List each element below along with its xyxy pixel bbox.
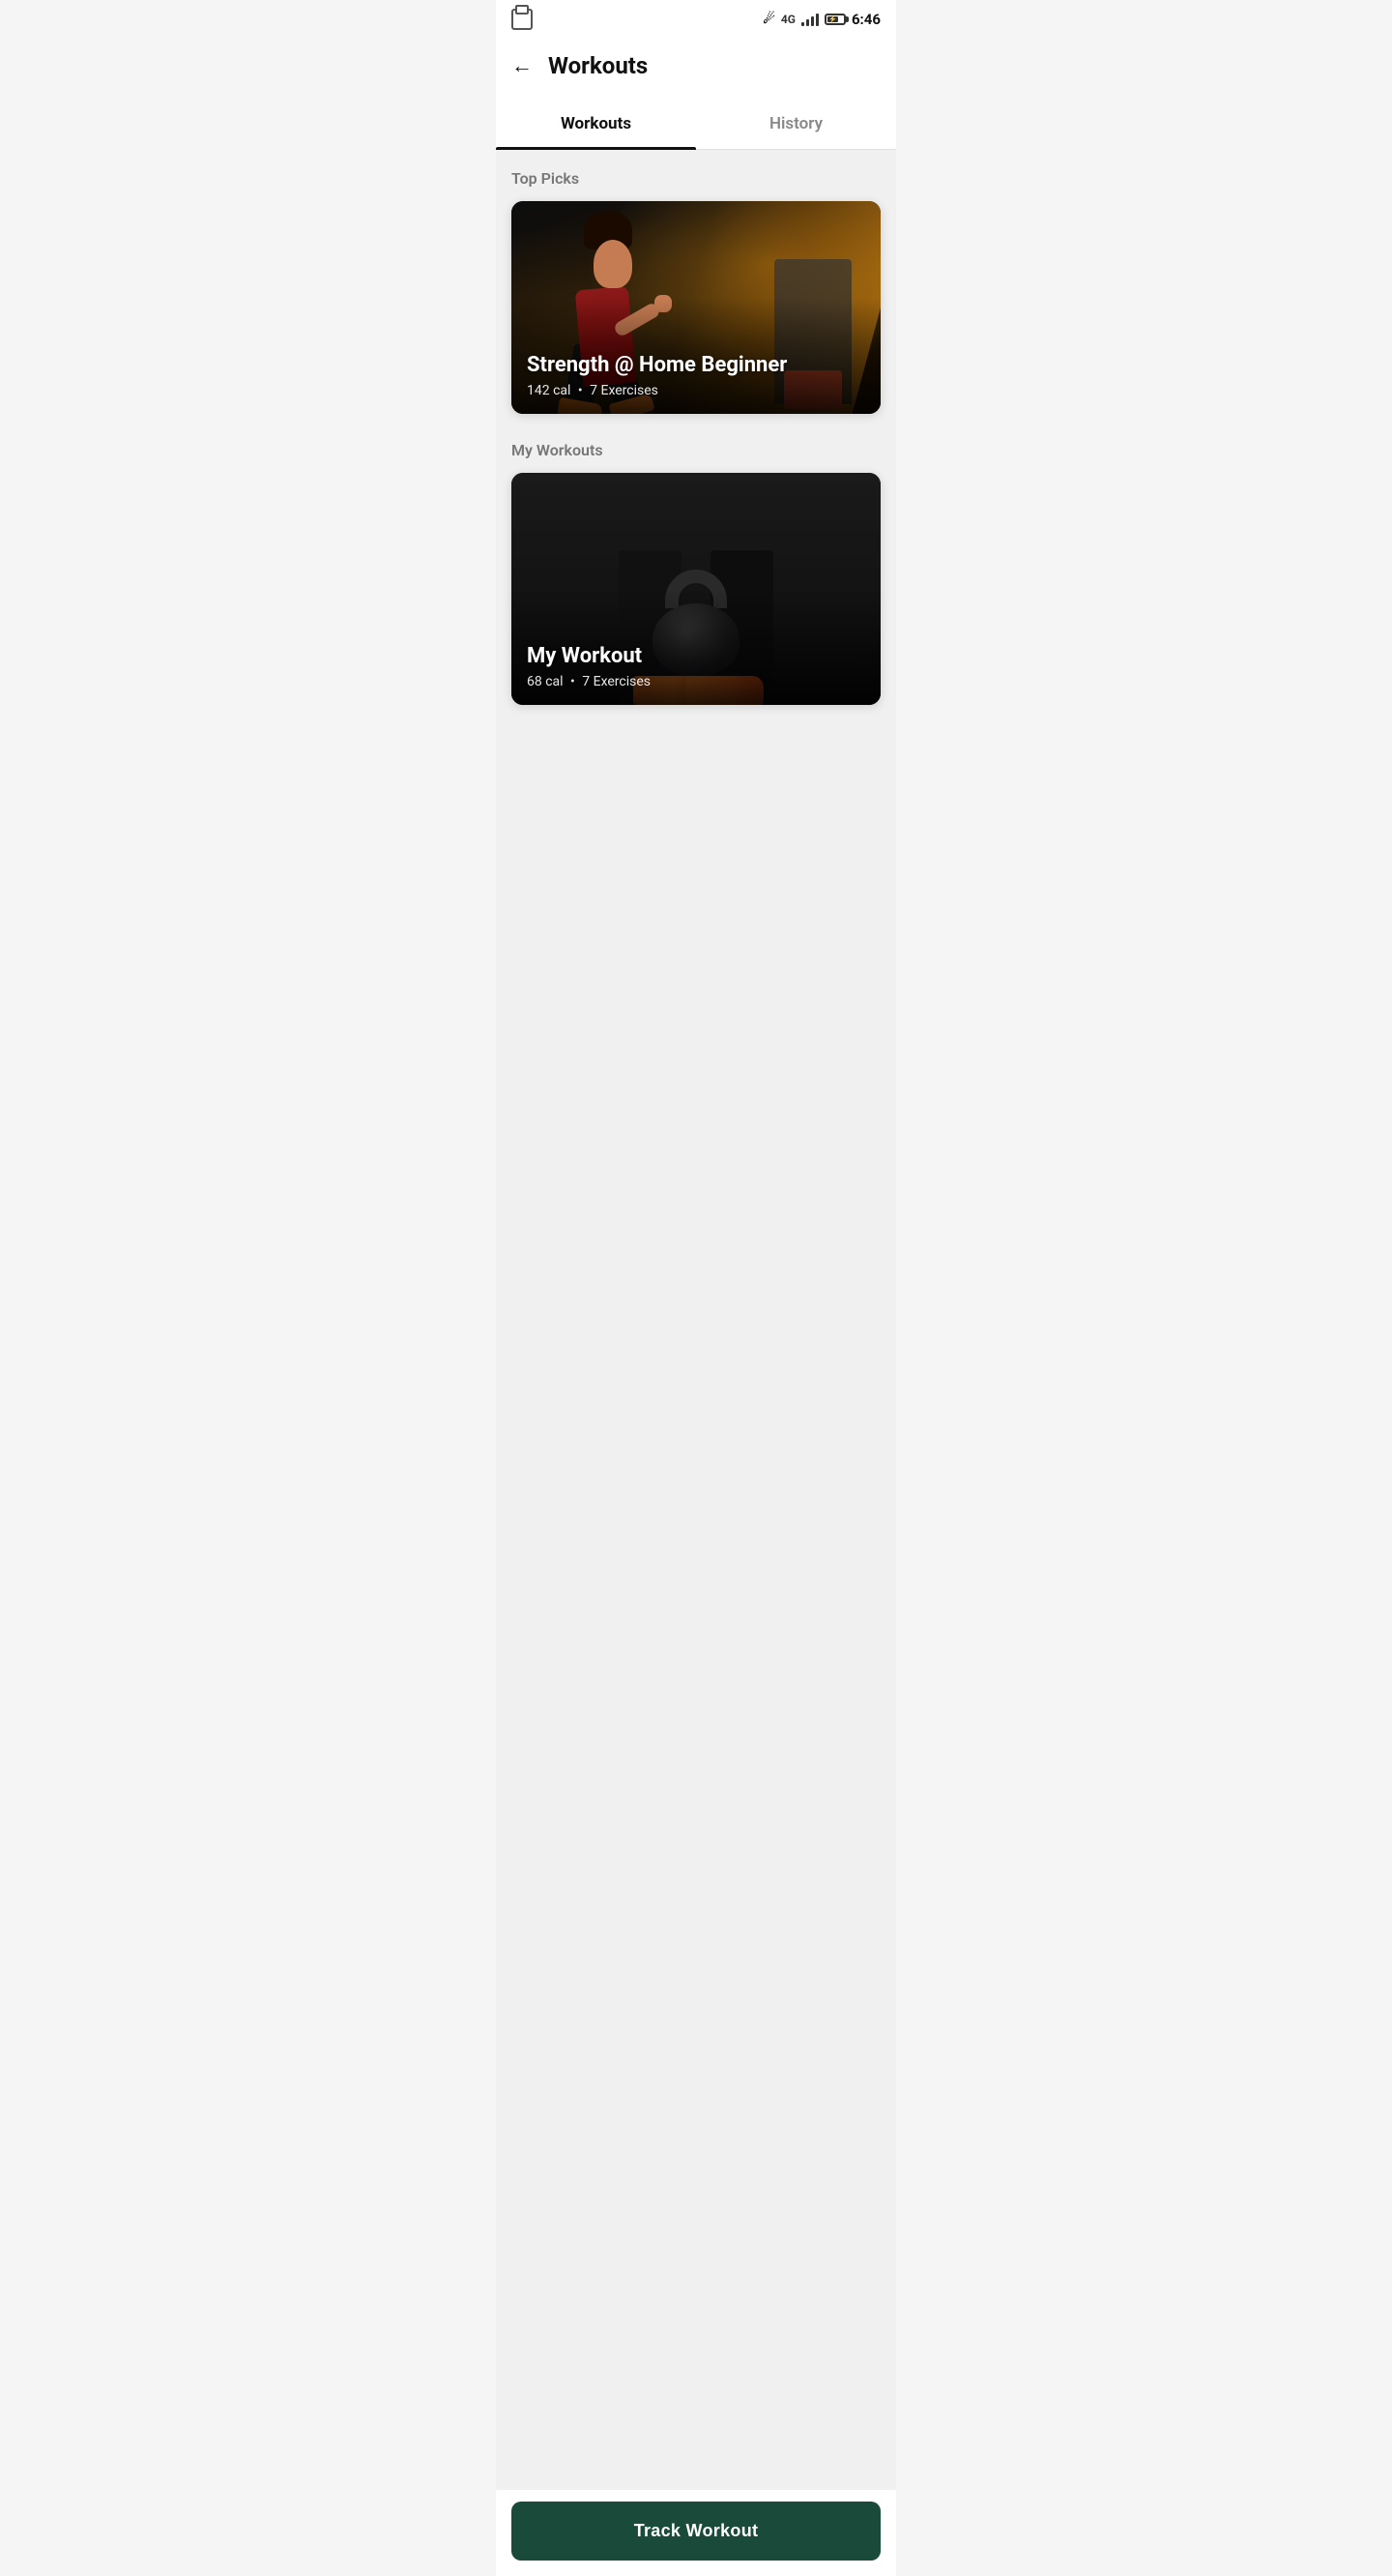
- bluetooth-icon: ☄: [763, 12, 775, 27]
- my-workout-card[interactable]: My Workout 68 cal • 7 Exercises: [511, 473, 881, 705]
- person-head: [594, 240, 632, 288]
- card-exercises: 7 Exercises: [590, 383, 658, 398]
- card-workout-name: Strength @ Home Beginner: [527, 353, 865, 377]
- top-picks-title: Top Picks: [511, 169, 881, 188]
- top-picks-section: Top Picks: [511, 169, 881, 414]
- signal-bars: [801, 13, 819, 26]
- my-workouts-title: My Workouts: [511, 441, 881, 459]
- status-right: ☄ 4G ⚡ 6:46: [763, 11, 881, 28]
- page-title: Workouts: [548, 52, 648, 79]
- track-workout-button[interactable]: Track Workout: [511, 2502, 881, 2561]
- back-arrow-icon[interactable]: ←: [511, 53, 533, 78]
- my-workouts-section: My Workouts: [511, 441, 881, 705]
- my-workout-meta: 68 cal • 7 Exercises: [527, 674, 865, 689]
- tab-workouts[interactable]: Workouts: [496, 99, 696, 149]
- main-content: Top Picks: [496, 150, 896, 2490]
- battery-bolt: ⚡: [828, 16, 837, 23]
- meta-separator: •: [578, 383, 583, 398]
- my-workout-name: My Workout: [527, 644, 865, 668]
- top-picks-card[interactable]: Strength @ Home Beginner 142 cal • 7 Exe…: [511, 201, 881, 414]
- clipboard-icon: [511, 9, 533, 30]
- back-button[interactable]: ←: [511, 53, 533, 78]
- header: ← Workouts: [496, 39, 896, 99]
- my-workout-separator: •: [570, 674, 575, 689]
- tab-bar: Workouts History: [496, 99, 896, 150]
- card-calories: 142 cal: [527, 383, 570, 398]
- card-meta: 142 cal • 7 Exercises: [527, 383, 865, 398]
- card-text: Strength @ Home Beginner 142 cal • 7 Exe…: [527, 353, 865, 398]
- tab-history[interactable]: History: [696, 99, 896, 149]
- track-button-container: Track Workout: [496, 2490, 896, 2576]
- status-bar: ☄ 4G ⚡ 6:46: [496, 0, 896, 39]
- network-type: 4G: [781, 13, 796, 26]
- my-workout-exercises: 7 Exercises: [582, 674, 651, 689]
- battery-icon: ⚡: [825, 14, 846, 25]
- status-left: [511, 9, 533, 30]
- my-workout-calories: 68 cal: [527, 674, 564, 689]
- time-display: 6:46: [852, 11, 881, 28]
- my-workout-card-text: My Workout 68 cal • 7 Exercises: [527, 644, 865, 689]
